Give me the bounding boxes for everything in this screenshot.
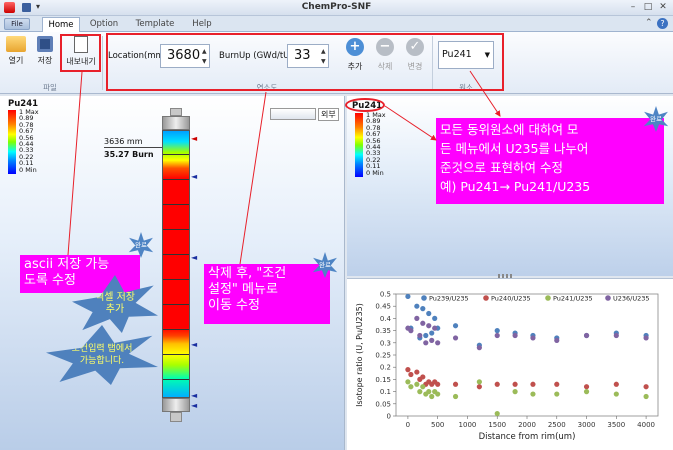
annotation-arrows [67, 70, 501, 265]
